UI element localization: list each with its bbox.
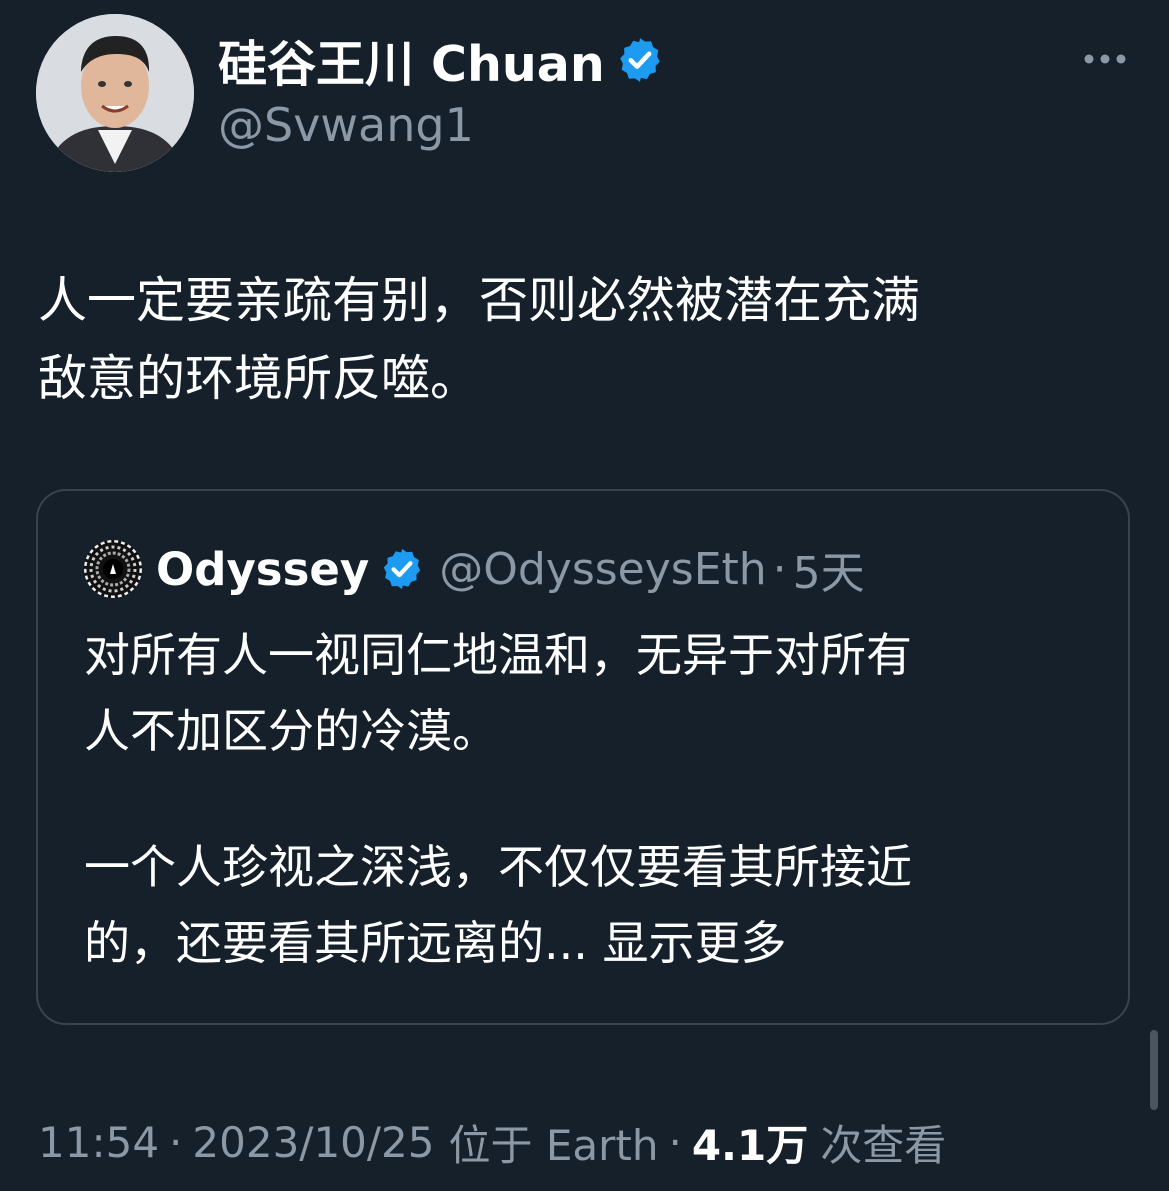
quoted-tweet-card[interactable]: Odyssey @OdysseysEth · 5天 对所有人一视同仁地温和，无异…: [36, 489, 1130, 1025]
author-display-name[interactable]: 硅谷王川 Chuan: [218, 25, 605, 96]
quoted-text-line: 一个人珍视之深浅，不仅仅要看其所接近: [84, 840, 912, 894]
quoted-text-line-last: 的，还要看其所远离的... 显示更多: [84, 905, 1094, 981]
author-avatar[interactable]: [36, 14, 194, 172]
quoted-author-handle[interactable]: @OdysseysEth: [439, 544, 766, 595]
quoted-tweet-header: Odyssey @OdysseysEth · 5天: [84, 535, 865, 603]
tweet-text-line: 人一定要亲疏有别，否则必然被潜在充满: [38, 272, 921, 329]
show-more-link[interactable]: 显示更多: [603, 916, 787, 970]
verified-badge-icon: [615, 35, 665, 85]
quoted-author-name[interactable]: Odyssey: [156, 543, 369, 596]
quoted-text-line-content: 的，还要看其所远离的...: [84, 916, 588, 970]
tweet-time[interactable]: 11:54: [38, 1118, 159, 1167]
author-display-name-row[interactable]: 硅谷王川 Chuan: [218, 28, 665, 93]
quoted-text-line: 人不加区分的冷漠。: [84, 704, 498, 758]
views-label: 次查看: [820, 1120, 947, 1170]
author-handle[interactable]: @Svwang1: [218, 98, 474, 152]
quoted-author-avatar[interactable]: [84, 540, 142, 598]
scrollbar[interactable]: [1150, 1030, 1158, 1110]
more-horizontal-icon[interactable]: [1082, 44, 1128, 74]
separator-dot: ·: [772, 543, 787, 595]
verified-badge-icon: [379, 546, 425, 592]
tweet-text-line: 敌意的环境所反噬。: [38, 350, 480, 407]
tweet-date[interactable]: 2023/10/25: [192, 1118, 434, 1167]
separator-dot: ·: [668, 1117, 682, 1167]
separator-dot: ·: [169, 1117, 183, 1167]
quoted-tweet-text: 对所有人一视同仁地温和，无异于对所有 人不加区分的冷漠。 一个人珍视之深浅，不仅…: [84, 617, 1094, 981]
tweet-metadata: 11:54 · 2023/10/25 位于 Earth · 4.1万 次查看: [38, 1110, 946, 1174]
quoted-tweet-time[interactable]: 5天: [793, 537, 865, 601]
quoted-text-line: 对所有人一视同仁地温和，无异于对所有: [84, 628, 912, 682]
tweet-location: 位于 Earth: [448, 1120, 659, 1170]
views-count[interactable]: 4.1万: [692, 1112, 808, 1173]
tweet-text: 人一定要亲疏有别，否则必然被潜在充满 敌意的环境所反噬。: [38, 262, 1138, 418]
